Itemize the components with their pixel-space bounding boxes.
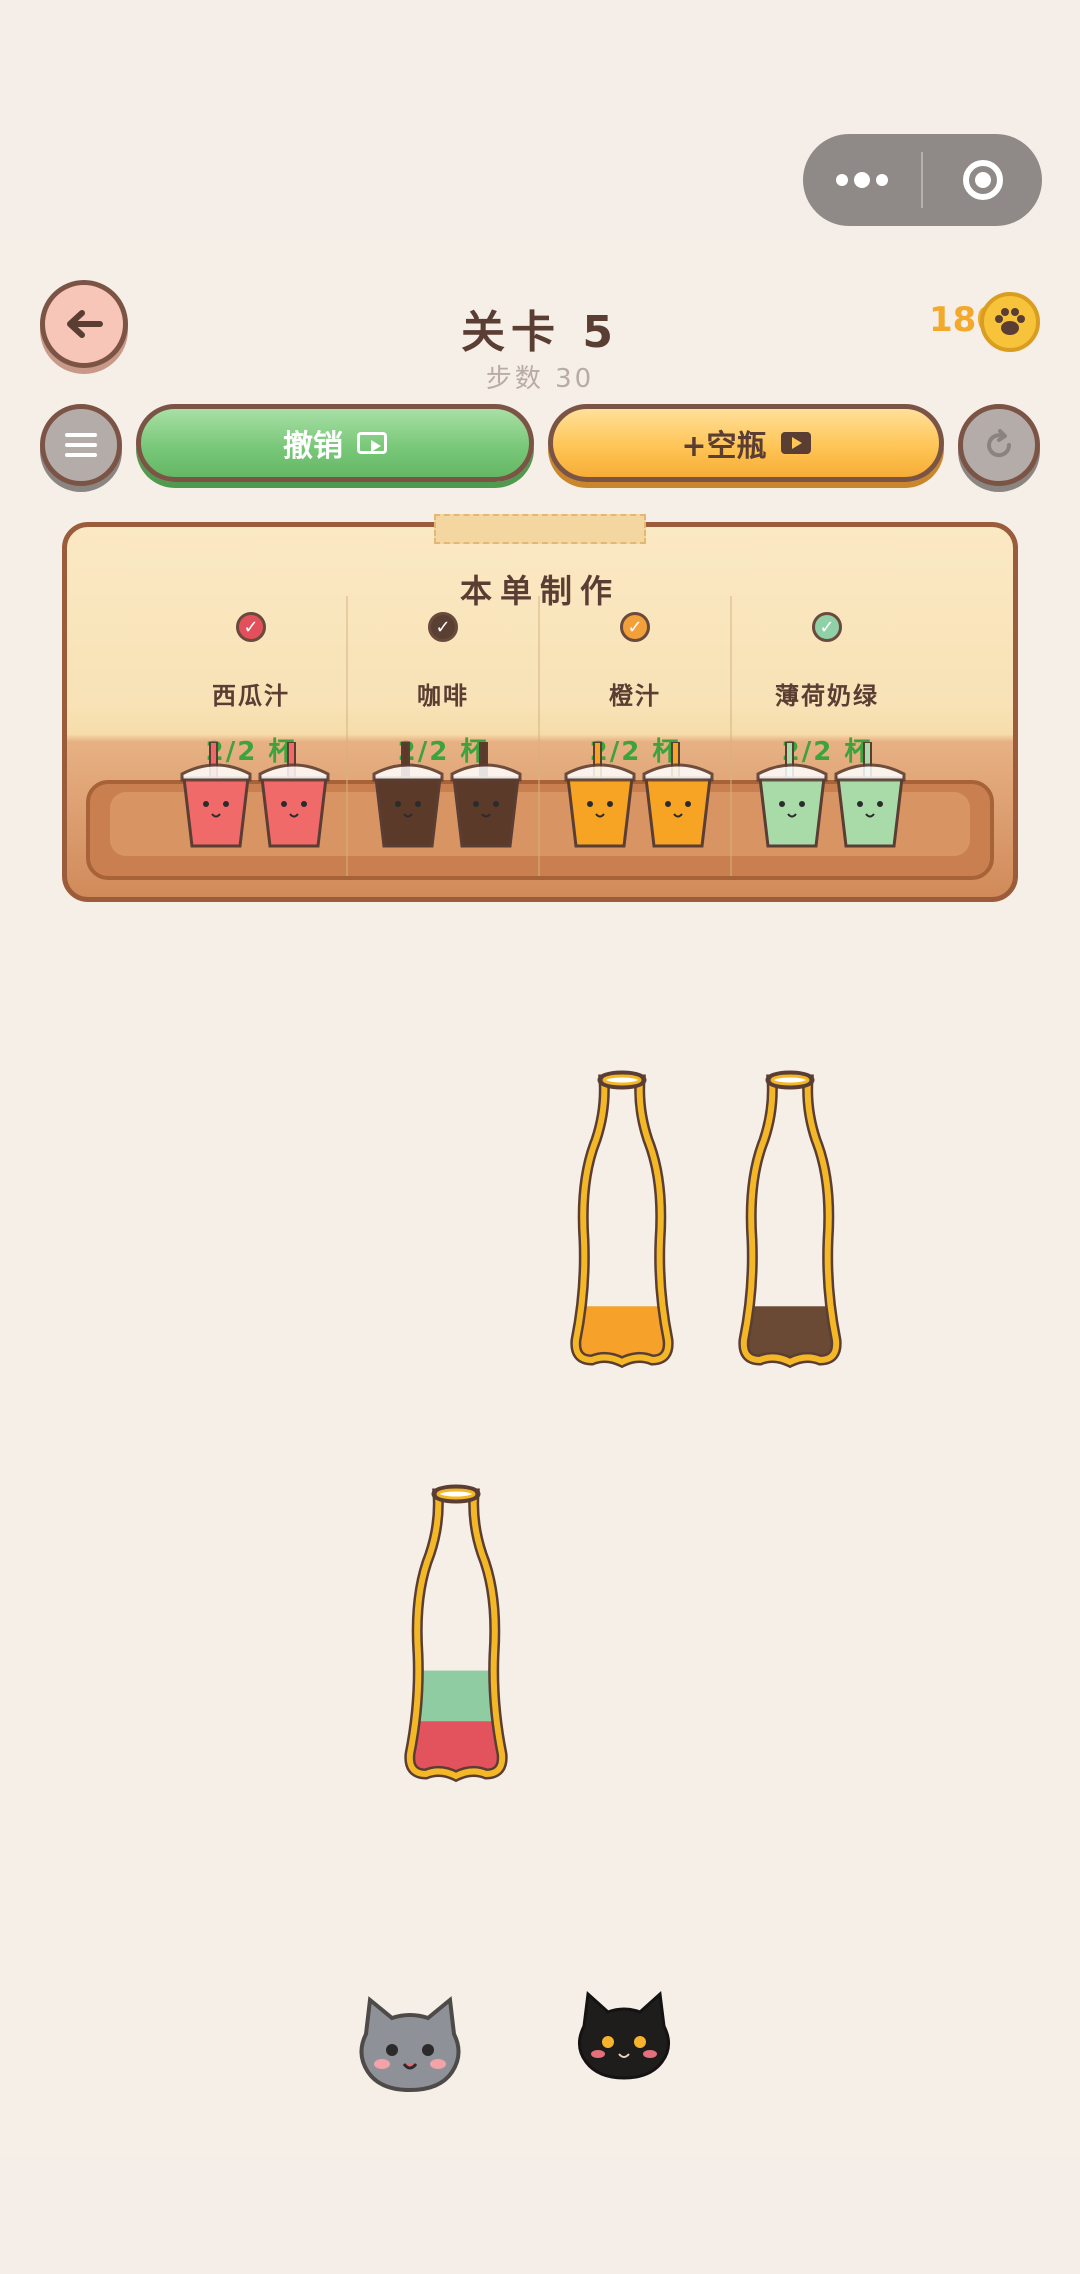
cup-icon: [642, 742, 714, 848]
order-item: ✓ 橙汁 2/2 杯: [540, 612, 730, 848]
level-title: 关卡 5: [461, 307, 619, 358]
drink-cups: [372, 742, 522, 848]
cup-icon: [258, 742, 330, 848]
miniprogram-capsule: [803, 134, 1042, 226]
add-empty-bottle-button[interactable]: +空瓶: [548, 404, 944, 482]
drink-name: 橙汁: [609, 682, 661, 710]
check-icon: ✓: [620, 612, 650, 642]
cup-icon: [834, 742, 906, 848]
undo-button[interactable]: 撤销: [136, 404, 534, 482]
menu-button[interactable]: [40, 404, 122, 486]
order-title: 本单制作: [459, 572, 620, 610]
video-play-icon: [780, 432, 811, 454]
refresh-icon: [987, 429, 1012, 458]
check-icon: ✓: [812, 612, 842, 642]
cup-icon: [180, 742, 252, 848]
reset-button[interactable]: [958, 404, 1040, 486]
paw-icon: [995, 308, 1025, 335]
bottom-area: [0, 2158, 1080, 2274]
drink-name: 薄荷奶绿: [775, 682, 879, 710]
cup-icon: [372, 742, 444, 848]
more-button[interactable]: [803, 134, 921, 226]
target-ring-icon: [962, 160, 1003, 200]
drink-cups: [564, 742, 714, 848]
menu-icon: [65, 433, 97, 457]
more-dots-icon: [836, 174, 848, 186]
bottle-orange[interactable]: [552, 1070, 692, 1370]
cup-icon: [756, 742, 828, 848]
drink-name: 咖啡: [417, 682, 469, 710]
close-miniprogram-button[interactable]: [923, 160, 1042, 200]
order-item: ✓ 咖啡 2/2 杯: [348, 612, 538, 848]
cup-icon: [564, 742, 636, 848]
add-bottle-label: +空瓶: [681, 429, 767, 464]
order-item: ✓ 薄荷奶绿 2/2 杯: [732, 612, 922, 848]
black-cat-icon: [578, 1990, 670, 2080]
panel-tape: [434, 514, 646, 544]
drink-name: 西瓜汁: [212, 682, 290, 710]
check-icon: ✓: [428, 612, 458, 642]
step-counter: 步数 30: [485, 364, 595, 394]
undo-label: 撤销: [283, 429, 343, 464]
paw-coin-icon[interactable]: [980, 292, 1040, 352]
video-play-icon: [357, 432, 387, 454]
bottle-mixed[interactable]: [386, 1484, 526, 1784]
drink-cups: [180, 742, 330, 848]
order-item: ✓ 西瓜汁 2/2 杯: [156, 612, 346, 848]
gray-cat-icon: [359, 1996, 461, 2093]
check-icon: ✓: [236, 612, 266, 642]
cup-icon: [450, 742, 522, 848]
bottle-coffee[interactable]: [720, 1070, 860, 1370]
arrow-left-icon: [67, 310, 103, 338]
back-button[interactable]: [40, 280, 128, 368]
drink-cups: [756, 742, 906, 848]
